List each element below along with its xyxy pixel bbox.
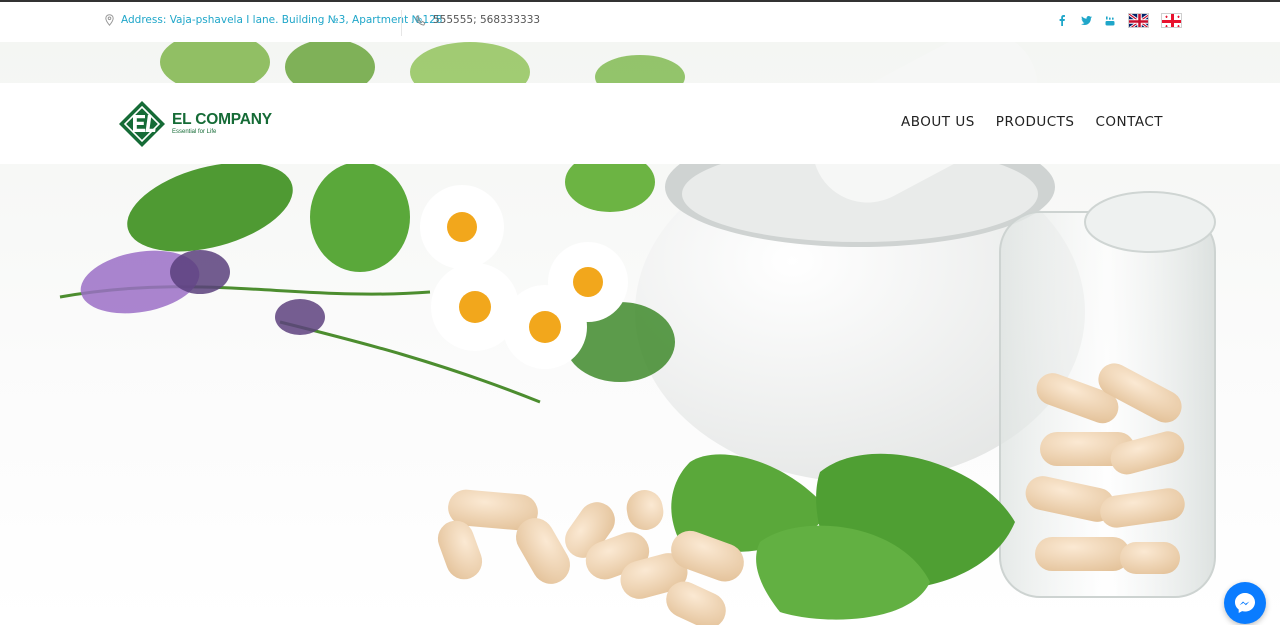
address-block: Address: Vaja-pshavela I lane. Building … [105,14,442,26]
menu-about-us[interactable]: ABOUT US [901,114,975,130]
company-name: EL COMPANY [172,111,272,128]
logo-text: EL COMPANY Essential for Life [172,112,272,136]
company-logo[interactable]: EL COMPANY Essential for Life [118,100,272,148]
phone-icon [415,14,426,26]
address-text: Address: Vaja-pshavela I lane. Building … [121,14,443,26]
main-menu: ABOUT US PRODUCTS CONTACT [901,114,1163,130]
messenger-icon [1235,593,1255,613]
facebook-icon[interactable] [1056,14,1068,28]
english-flag-icon[interactable] [1128,13,1149,28]
social-links [1056,13,1182,28]
menu-products[interactable]: PRODUCTS [996,114,1075,130]
phone-block: 555555; 568333333 [415,14,540,26]
phone-text: 555555; 568333333 [433,14,541,26]
georgian-flag-icon[interactable] [1161,13,1182,28]
youtube-icon[interactable] [1104,14,1116,28]
menu-contact[interactable]: CONTACT [1095,114,1163,130]
company-tagline: Essential for Life [172,129,217,135]
page: Address: Vaja-pshavela I lane. Building … [0,0,1280,625]
top-info-bar: Address: Vaja-pshavela I lane. Building … [0,2,1280,42]
el-company-logo-icon [119,101,165,147]
messenger-chat-button[interactable] [1224,582,1266,624]
twitter-icon[interactable] [1080,14,1092,28]
location-pin-icon [105,14,114,26]
topbar-divider [401,10,402,36]
main-header: EL COMPANY Essential for Life ABOUT US P… [0,83,1280,164]
